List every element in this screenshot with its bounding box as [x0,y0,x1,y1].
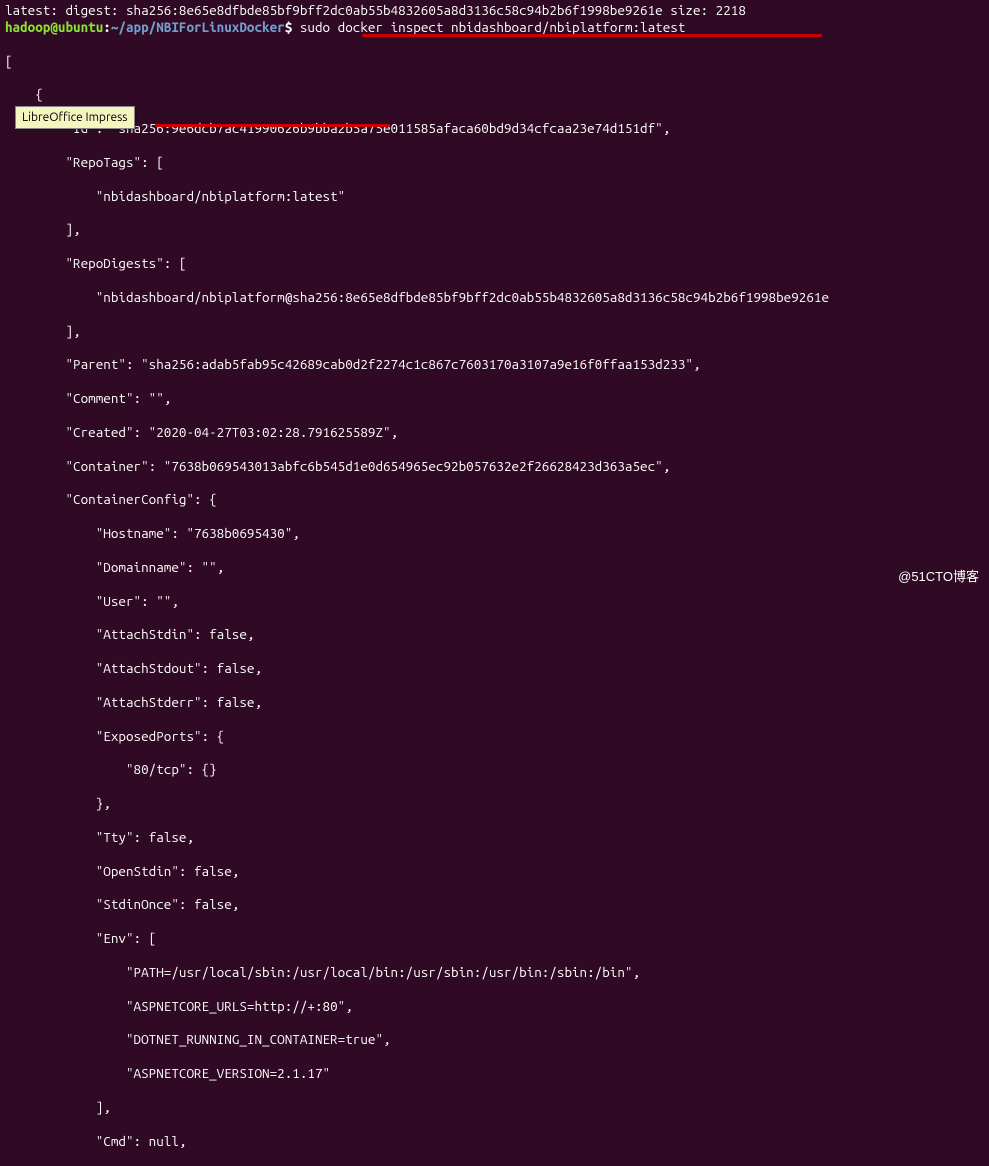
output-line: ], [5,221,984,238]
output-line: "StdinOnce": false, [5,896,984,913]
output-line: "ExposedPorts": { [5,728,984,745]
output-line: }, [5,795,984,812]
output-line: "Parent": "sha256:adab5fab95c42689cab0d2… [5,356,984,373]
output-line: { [5,86,984,103]
output-line: "nbidashboard/nbiplatform@sha256:8e65e8d… [5,289,984,306]
output-line: "ASPNETCORE_VERSION=2.1.17" [5,1065,984,1082]
output-line: "nbidashboard/nbiplatform:latest" [5,188,984,205]
prompt-path: ~/app/NBIForLinuxDocker [111,19,285,35]
prompt-user: hadoop@ubuntu [5,19,103,35]
output-line: "RepoTags": [ [5,154,984,171]
prompt-dollar: $ [285,19,300,35]
output-line: "Tty": false, [5,829,984,846]
output-line: "Comment": "", [5,390,984,407]
output-line: "ContainerConfig": { [5,491,984,508]
watermark-text: @51CTO博客 [898,569,979,585]
output-line: "DOTNET_RUNNING_IN_CONTAINER=true", [5,1031,984,1048]
prompt-colon: : [103,19,111,35]
output-line: "Cmd": null, [5,1133,984,1150]
output-line: ], [5,323,984,340]
output-line: "80/tcp": {} [5,761,984,778]
output-line: ], [5,1099,984,1116]
output-line: "Created": "2020-04-27T03:02:28.79162558… [5,424,984,441]
red-underline-annotation [362,34,822,37]
digest-line: latest: digest: sha256:8e65e8dfbde85bf9b… [5,2,984,19]
output-line: "Hostname": "7638b0695430", [5,525,984,542]
output-line: "RepoDigests": [ [5,255,984,272]
output-line: "AttachStderr": false, [5,694,984,711]
output-line: "Domainname": "", [5,559,984,576]
output-line: "AttachStdin": false, [5,626,984,643]
output-line: "AttachStdout": false, [5,660,984,677]
json-output: [ { "Id": "sha256:9e6dcb7ac41990626b9bba… [5,36,984,1166]
libreoffice-tooltip: LibreOffice Impress [15,106,135,129]
command-text: sudo docker inspect nbidashboard/nbiplat… [300,19,686,35]
red-underline-annotation [155,124,390,127]
output-line: "PATH=/usr/local/sbin:/usr/local/bin:/us… [5,964,984,981]
output-line: "ASPNETCORE_URLS=http://+:80", [5,998,984,1015]
output-line: "User": "", [5,593,984,610]
output-line: "Container": "7638b069543013abfc6b545d1e… [5,458,984,475]
output-line: "Id": "sha256:9e6dcb7ac41990626b9bba2b5a… [5,120,984,137]
output-line: [ [5,53,984,70]
output-line: "OpenStdin": false, [5,863,984,880]
output-line: "Env": [ [5,930,984,947]
